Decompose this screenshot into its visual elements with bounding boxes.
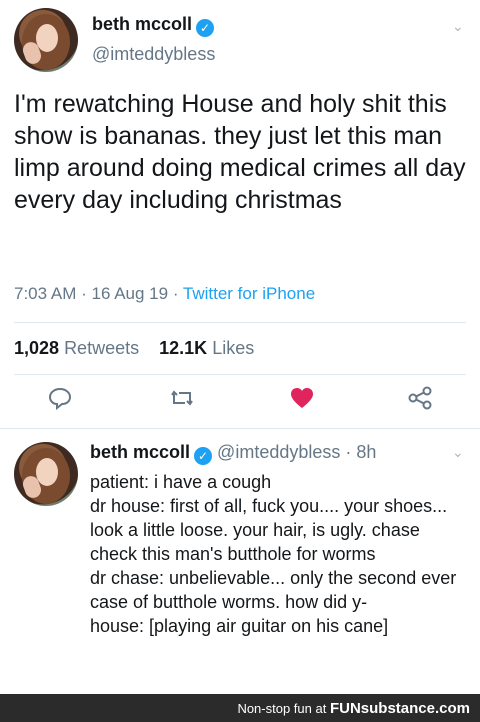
reply-line: dr house: first of all, fuck you.... you… bbox=[90, 496, 448, 564]
retweets-stat[interactable]: 1,028 Retweets bbox=[14, 338, 139, 358]
tweet-date: 16 Aug 19 bbox=[91, 284, 169, 303]
tweet-text: I'm rewatching House and holy shit this … bbox=[14, 90, 466, 214]
divider bbox=[14, 374, 466, 375]
avatar[interactable] bbox=[14, 8, 78, 72]
reply-line: house: [playing air guitar on his cane] bbox=[90, 616, 389, 636]
share-icon[interactable] bbox=[406, 386, 434, 414]
divider bbox=[14, 322, 466, 323]
reply-age: 8h bbox=[356, 442, 377, 462]
likes-stat[interactable]: 12.1K Likes bbox=[159, 338, 254, 358]
avatar[interactable] bbox=[14, 442, 78, 506]
reply-author-handle[interactable]: @imteddybless bbox=[217, 442, 340, 462]
reply-author-name[interactable]: beth mccoll bbox=[90, 442, 190, 462]
tweet-stats: 1,028 Retweets 12.1K Likes bbox=[14, 338, 254, 359]
chevron-down-icon[interactable]: ⌄ bbox=[452, 18, 464, 35]
verified-icon: ✓ bbox=[194, 447, 213, 465]
chevron-down-icon[interactable]: ⌄ bbox=[452, 444, 464, 461]
author-handle[interactable]: @imteddybless bbox=[92, 44, 215, 65]
divider bbox=[0, 428, 480, 429]
heart-icon[interactable] bbox=[288, 386, 316, 414]
retweet-icon[interactable] bbox=[168, 386, 196, 414]
tweet-time: 7:03 AM bbox=[14, 284, 77, 303]
reply-header: beth mccoll ✓ @imteddybless · 8h bbox=[90, 442, 377, 465]
action-bar bbox=[0, 386, 480, 418]
verified-icon: ✓ bbox=[196, 19, 215, 37]
tweet-meta: 7:03 AM · 16 Aug 19 · Twitter for iPhone bbox=[14, 284, 316, 303]
reply-text: patient: i have a cough dr house: first … bbox=[90, 470, 462, 638]
reply-line: patient: i have a cough bbox=[90, 472, 272, 492]
reply-icon[interactable] bbox=[46, 386, 74, 414]
author-name[interactable]: beth mccoll ✓ bbox=[92, 14, 215, 37]
tweet-source[interactable]: Twitter for iPhone bbox=[183, 284, 315, 303]
footer-brand[interactable]: FUNsubstance.com bbox=[330, 700, 470, 717]
reply-line: dr chase: unbelievable... only the secon… bbox=[90, 568, 457, 612]
footer-prefix: Non-stop fun at bbox=[237, 701, 327, 716]
watermark-footer: Non-stop fun at FUNsubstance.com bbox=[0, 694, 480, 722]
